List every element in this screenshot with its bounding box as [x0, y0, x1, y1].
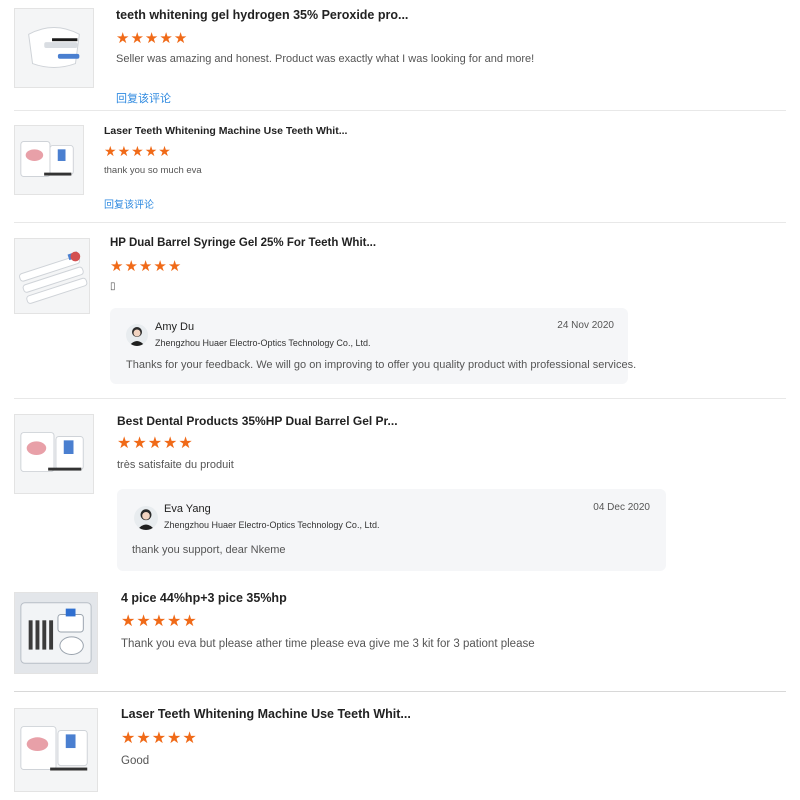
star-icon: ★: [116, 30, 131, 47]
star-icon: ★: [158, 143, 172, 159]
product-thumbnail[interactable]: [14, 592, 98, 674]
product-image-icon: [15, 9, 93, 87]
review-comment: Thank you eva but please ather time plea…: [121, 638, 535, 650]
star-icon: ★: [131, 143, 145, 159]
avatar: [134, 506, 158, 530]
reply-to-review-link[interactable]: 回复该评论: [116, 90, 171, 106]
star-icon: ★: [104, 143, 118, 159]
review-comment: très satisfaite du produit: [117, 459, 234, 471]
seller-reply: Amy Du Zhengzhou Huaer Electro-Optics Te…: [110, 308, 636, 384]
product-image-icon: [15, 415, 93, 493]
product-title[interactable]: Laser Teeth Whitening Machine Use Teeth …: [121, 707, 411, 721]
avatar-icon: [137, 509, 155, 530]
rating-stars: ★★★★★: [110, 259, 182, 274]
seller-company: Zhengzhou Huaer Electro-Optics Technolog…: [164, 520, 380, 530]
rating-stars: ★★★★★: [116, 31, 188, 46]
reply-date: 04 Dec 2020: [593, 502, 650, 513]
rating-stars: ★★★★★: [121, 731, 198, 747]
star-icon: ★: [178, 435, 194, 452]
divider: [14, 398, 786, 399]
divider: [14, 691, 786, 692]
star-icon: ★: [167, 730, 183, 747]
star-icon: ★: [147, 435, 164, 452]
star-icon: ★: [159, 30, 174, 47]
star-icon: ★: [182, 730, 198, 747]
rating-stars: ★★★★★: [121, 614, 198, 630]
star-icon: ★: [144, 143, 159, 159]
star-icon: ★: [167, 258, 183, 275]
seller-reply-text: thank you support, dear Nkeme: [132, 544, 286, 556]
avatar: [126, 324, 148, 346]
star-icon: ★: [117, 143, 132, 159]
star-icon: ★: [144, 30, 160, 47]
product-title[interactable]: Best Dental Products 35%HP Dual Barrel G…: [117, 414, 398, 428]
star-icon: ★: [130, 30, 145, 47]
star-icon: ★: [153, 258, 168, 275]
rating-stars: ★★★★★: [104, 144, 172, 158]
star-icon: ★: [117, 435, 133, 452]
product-thumbnail[interactable]: [14, 414, 94, 494]
star-icon: ★: [167, 613, 183, 630]
product-thumbnail[interactable]: [14, 708, 98, 792]
star-icon: ★: [124, 258, 139, 275]
product-image-icon: [15, 126, 83, 194]
seller-company: Zhengzhou Huaer Electro-Optics Technolog…: [155, 338, 371, 348]
product-title[interactable]: 4 pice 44%hp+3 pice 35%hp: [121, 591, 287, 605]
reply-to-review-link[interactable]: 回复该评论: [104, 196, 154, 211]
review-comment: Good: [121, 755, 150, 767]
star-icon: ★: [121, 613, 137, 630]
star-icon: ★: [132, 435, 148, 452]
product-title[interactable]: HP Dual Barrel Syringe Gel 25% For Teeth…: [110, 237, 376, 249]
reply-date: 24 Nov 2020: [557, 320, 614, 331]
avatar-icon: [129, 327, 145, 346]
product-thumbnail[interactable]: [14, 238, 90, 314]
star-icon: ★: [182, 613, 198, 630]
product-title[interactable]: Laser Teeth Whitening Machine Use Teeth …: [104, 125, 347, 137]
star-icon: ★: [121, 730, 137, 747]
product-image-icon: [15, 709, 97, 791]
seller-name: Eva Yang: [164, 503, 211, 515]
product-title[interactable]: teeth whitening gel hydrogen 35% Peroxid…: [116, 8, 408, 22]
review-comment: thank you so much eva: [104, 165, 202, 176]
rating-stars: ★★★★★: [117, 436, 194, 452]
star-icon: ★: [163, 435, 179, 452]
divider: [14, 222, 786, 223]
seller-name: Amy Du: [155, 321, 195, 333]
review-comment: Seller was amazing and honest. Product w…: [116, 53, 535, 65]
star-icon: ★: [151, 613, 168, 630]
seller-reply-text: Thanks for your feedback. We will go on …: [126, 359, 637, 371]
seller-reply: Eva Yang Zhengzhou Huaer Electro-Optics …: [117, 489, 666, 571]
star-icon: ★: [136, 613, 152, 630]
divider: [14, 110, 786, 111]
review-comment: ▯: [110, 281, 116, 292]
star-icon: ★: [173, 30, 189, 47]
product-image-icon: [15, 593, 97, 673]
product-thumbnail[interactable]: [14, 125, 84, 195]
star-icon: ★: [110, 258, 125, 275]
star-icon: ★: [136, 730, 152, 747]
product-thumbnail[interactable]: [14, 8, 94, 88]
star-icon: ★: [138, 258, 154, 275]
star-icon: ★: [151, 730, 168, 747]
product-image-icon: [15, 239, 89, 313]
